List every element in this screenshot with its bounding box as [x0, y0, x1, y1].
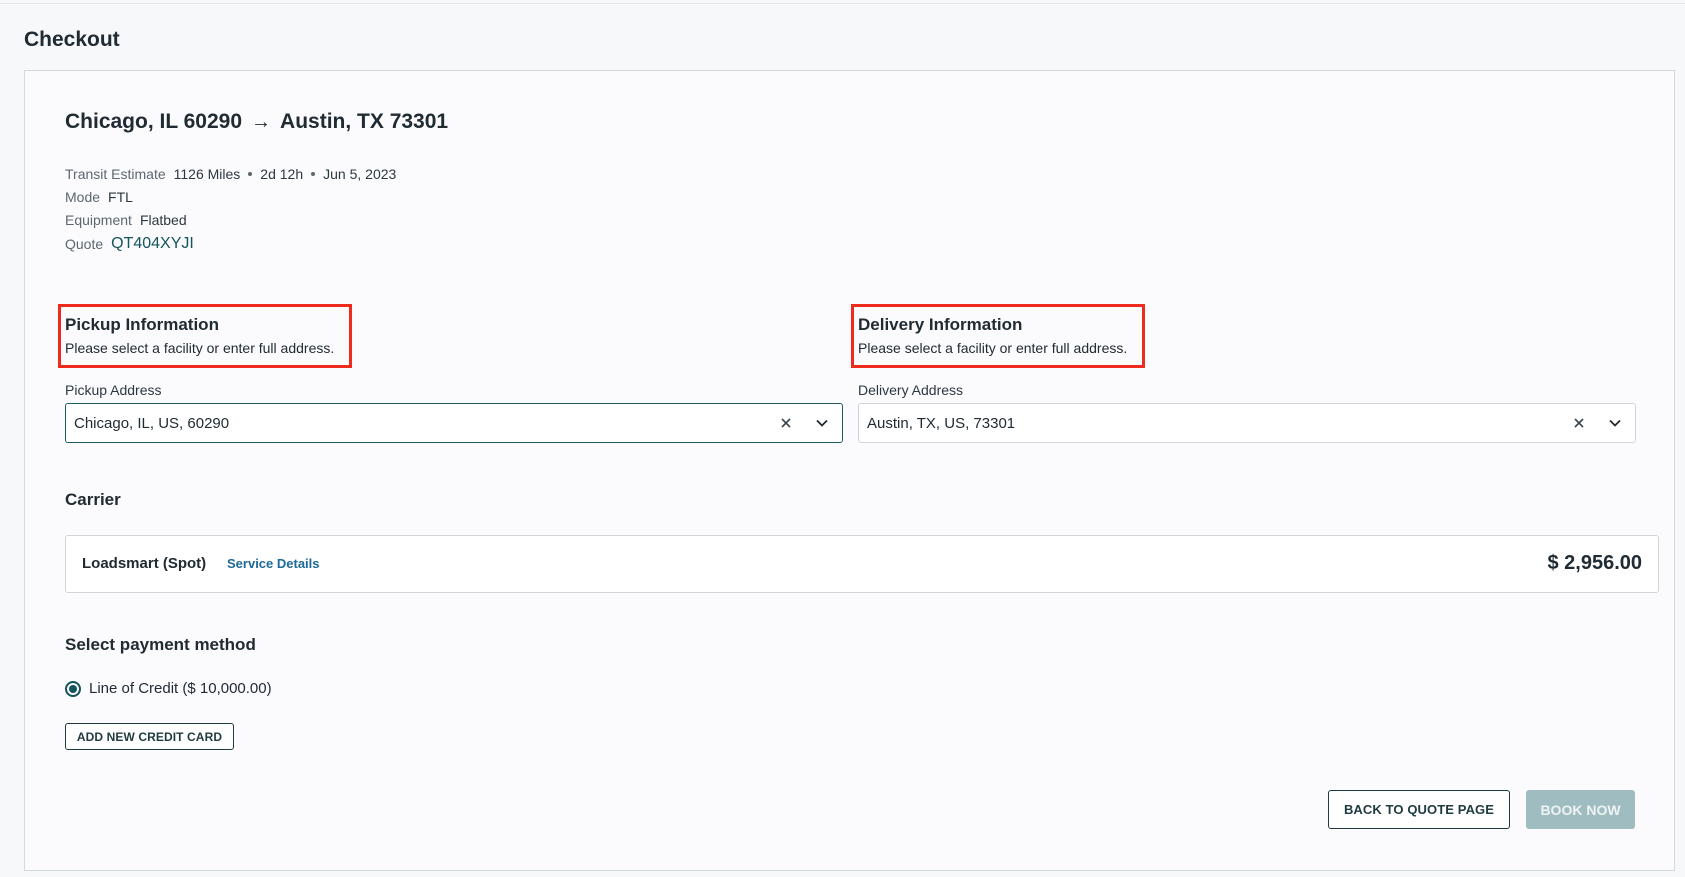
carrier-name: Loadsmart (Spot) [82, 555, 207, 572]
payment-section-title: Select payment method [65, 635, 256, 654]
delivery-address-label: Delivery Address [858, 382, 964, 398]
pickup-info-subtitle: Please select a facility or enter full a… [65, 340, 335, 356]
route-origin: Chicago, IL 60290 [65, 110, 243, 133]
mode-label: Mode [65, 189, 101, 205]
add-new-credit-card-button[interactable]: ADD NEW CREDIT CARD [65, 723, 234, 750]
arrow-right-icon: → [251, 110, 272, 133]
delivery-address-value: Austin, TX, US, 73301 [867, 414, 1016, 432]
quote-label: Quote [65, 236, 104, 252]
mode-value: FTL [108, 189, 133, 205]
equipment-value: Flatbed [139, 212, 187, 228]
close-icon[interactable] [776, 413, 796, 433]
route-destination: Austin, TX 73301 [280, 110, 449, 133]
payment-option-line-of-credit[interactable]: Line of Credit ($ 10,000.00) [65, 680, 272, 697]
pickup-address-select[interactable]: Chicago, IL, US, 60290 [65, 403, 843, 443]
delivery-info-subtitle: Please select a facility or enter full a… [858, 340, 1128, 356]
pickup-address-value: Chicago, IL, US, 60290 [74, 414, 230, 432]
transit-duration: 2d 12h [260, 166, 304, 182]
delivery-address-select[interactable]: Austin, TX, US, 73301 [858, 403, 1636, 443]
equipment-row: Equipment Flatbed [65, 212, 187, 228]
transit-label: Transit Estimate [65, 166, 166, 182]
back-to-quote-button[interactable]: BACK TO QUOTE PAGE [1328, 790, 1510, 829]
pickup-info-highlight [58, 304, 352, 368]
transit-miles: 1126 Miles [173, 166, 241, 182]
close-icon[interactable] [1569, 413, 1589, 433]
carrier-section-title: Carrier [65, 490, 121, 509]
chevron-down-icon[interactable] [812, 413, 832, 433]
pickup-address-label: Pickup Address [65, 382, 162, 398]
mode-row: Mode FTL [65, 189, 133, 205]
delivery-info-title: Delivery Information [858, 315, 1023, 334]
transit-date: Jun 5, 2023 [323, 166, 397, 182]
chevron-down-icon[interactable] [1605, 413, 1625, 433]
book-now-button[interactable]: BOOK NOW [1526, 790, 1635, 829]
service-details-link[interactable]: Service Details [227, 556, 320, 571]
top-divider [0, 3, 1685, 4]
radio-selected[interactable] [65, 680, 81, 697]
route-heading: Chicago, IL 60290 → Austin, TX 73301 [65, 110, 448, 134]
quote-row: Quote QT404XYJI [65, 235, 194, 253]
payment-option-label: Line of Credit ($ 10,000.00) [89, 680, 272, 697]
quote-link[interactable]: QT404XYJI [111, 235, 194, 253]
carrier-price: $ 2,956.00 [1547, 552, 1642, 574]
carrier-card[interactable]: Loadsmart (Spot) Service Details $ 2,956… [65, 535, 1659, 593]
separator-dot [248, 172, 253, 176]
checkout-card: Chicago, IL 60290 → Austin, TX 73301 Tra… [24, 70, 1675, 871]
equipment-label: Equipment [65, 212, 132, 228]
transit-estimate-row: Transit Estimate 1126 Miles 2d 12h Jun 5… [65, 166, 396, 182]
pickup-info-title: Pickup Information [65, 315, 219, 334]
separator-dot [311, 172, 316, 176]
page-title: Checkout [24, 28, 120, 51]
delivery-info-highlight [851, 304, 1145, 368]
